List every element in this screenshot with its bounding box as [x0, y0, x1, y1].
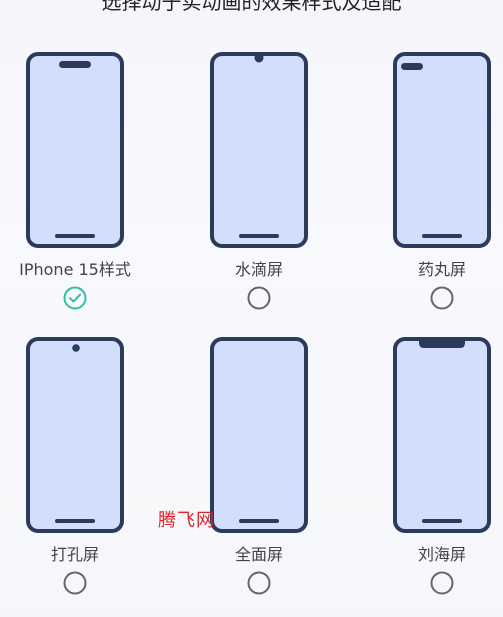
watermark: 腾飞网: [158, 510, 215, 531]
radio-unchecked-icon[interactable]: [63, 571, 87, 595]
option-corner-pill[interactable]: 药丸屏: [367, 52, 503, 332]
page-title: 选择动于实动画的效果样式及适配: [101, 0, 402, 14]
phone-preview-waterdrop: [210, 52, 308, 248]
option-label: 全面屏: [234, 545, 283, 564]
radio-unchecked-icon[interactable]: [247, 286, 271, 310]
option-label: 药丸屏: [417, 260, 466, 279]
radio-unchecked-icon[interactable]: [247, 571, 271, 595]
radio-checked-icon[interactable]: [63, 286, 87, 310]
phone-preview-fullscreen: [210, 337, 308, 533]
option-iphone15[interactable]: IPhone 15样式: [0, 52, 150, 332]
option-label: 水滴屏: [234, 260, 283, 279]
option-punch-hole[interactable]: 打孔屏: [0, 337, 150, 617]
radio-unchecked-icon[interactable]: [430, 571, 454, 595]
option-label: 刘海屏: [417, 545, 466, 564]
phone-preview-corner-pill: [393, 52, 491, 248]
radio-unchecked-icon[interactable]: [430, 286, 454, 310]
option-notch[interactable]: 刘海屏: [367, 337, 503, 617]
option-label: IPhone 15样式: [19, 260, 131, 279]
phone-preview-punch-hole: [26, 337, 124, 533]
phone-preview-pill: [26, 52, 124, 248]
option-waterdrop[interactable]: 水滴屏: [184, 52, 334, 332]
option-fullscreen[interactable]: 全面屏: [184, 337, 334, 617]
option-label: 打孔屏: [50, 545, 99, 564]
phone-preview-notch: [393, 337, 491, 533]
